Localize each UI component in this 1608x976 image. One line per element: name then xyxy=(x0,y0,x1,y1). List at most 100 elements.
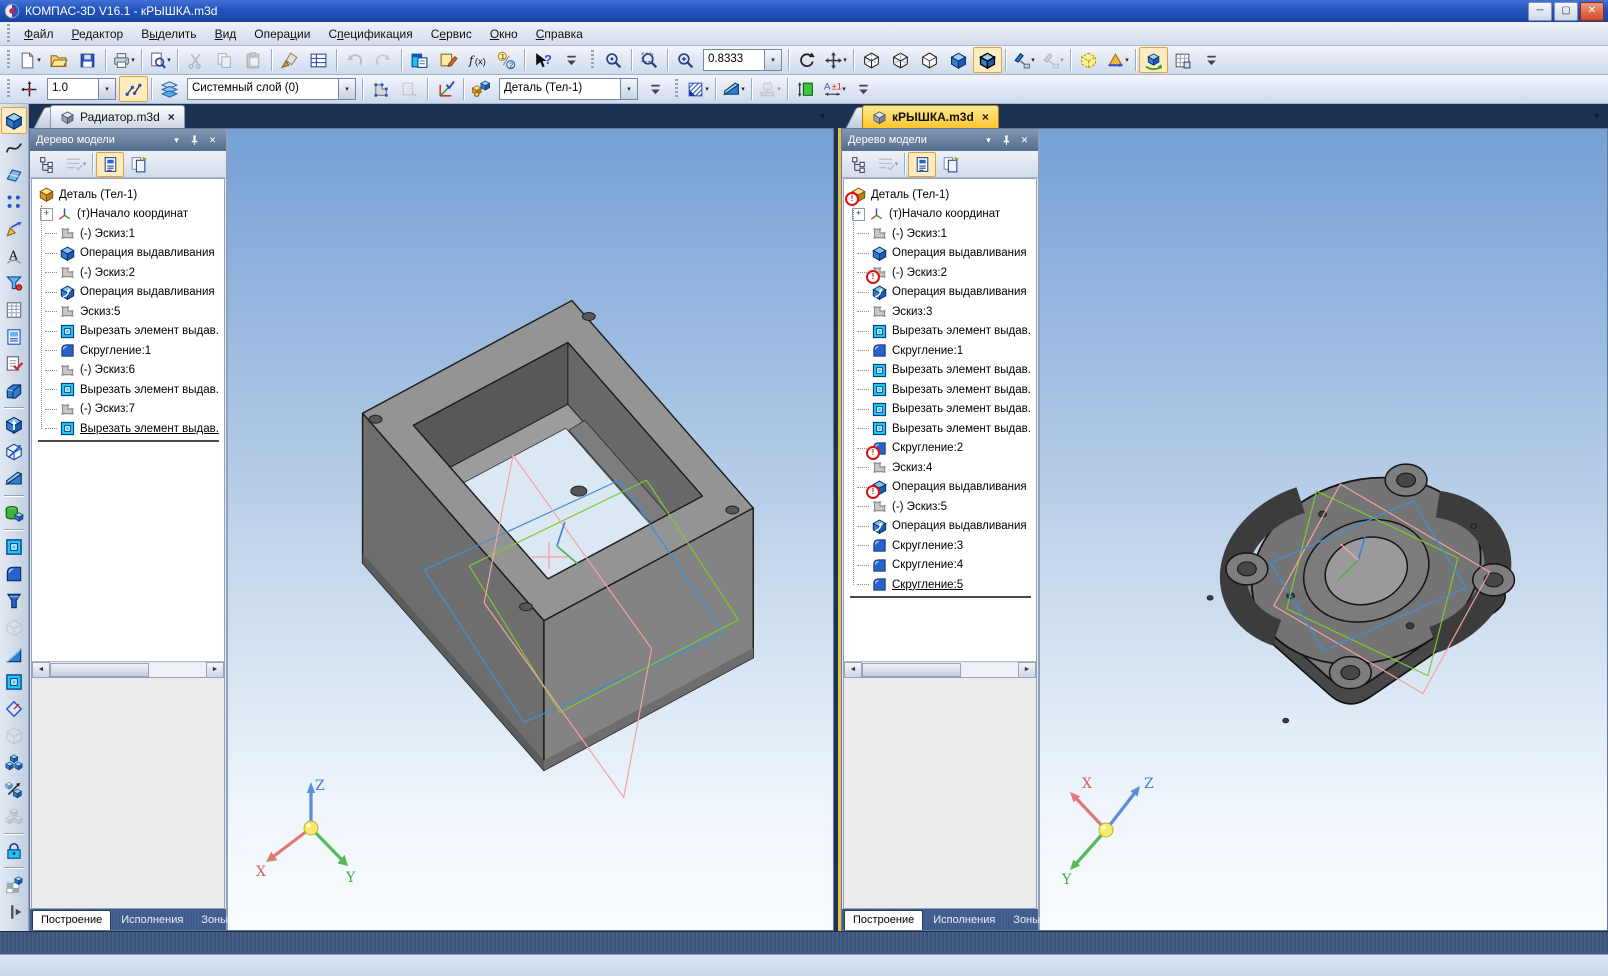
tree-item[interactable]: Эскиз:5 xyxy=(36,302,222,322)
macro-button[interactable] xyxy=(1,871,27,898)
bottom-tab-Исполнения[interactable]: Исполнения xyxy=(925,911,1003,930)
tree-item[interactable]: Вырезать элемент выдав. xyxy=(848,322,1034,342)
tree-item[interactable]: (-) Эскиз:6 xyxy=(36,361,222,381)
tree-horizontal-scrollbar[interactable]: ◄ ► xyxy=(32,661,224,678)
display-params-button[interactable] xyxy=(1168,47,1197,73)
zoom-combo-dropdown-icon[interactable]: ▾ xyxy=(764,50,781,70)
tree-item[interactable]: Вырезать элемент выдав. xyxy=(848,380,1034,400)
context-help-button[interactable]: ? xyxy=(528,47,557,73)
tree-item[interactable]: Эскиз:3 xyxy=(848,302,1034,322)
bottom-tab-Построение[interactable]: Построение xyxy=(844,910,924,930)
close-button[interactable]: ✕ xyxy=(1580,1,1604,21)
tree-item[interactable]: Операция выдавливания xyxy=(848,283,1034,303)
layer-combo-dropdown-icon[interactable]: ▾ xyxy=(338,79,355,99)
tree-item[interactable]: Вырезать элемент выдав. xyxy=(848,400,1034,420)
copy-pattern-button[interactable] xyxy=(1,803,27,830)
tree-filter-button[interactable]: ▾ xyxy=(873,152,901,177)
tree-item[interactable]: Вырезать элемент выдав. xyxy=(36,380,222,400)
menu-Выделить[interactable]: Выделить xyxy=(132,24,205,44)
solid-modeling-button[interactable] xyxy=(1,107,27,134)
menu-Спецификация[interactable]: Спецификация xyxy=(319,24,421,44)
variables-window-button[interactable] xyxy=(405,47,434,73)
scale-combo[interactable]: 1.0 ▾ xyxy=(47,78,116,100)
move-view-button[interactable]: ▾ xyxy=(821,47,850,73)
reports-button[interactable] xyxy=(1,323,27,350)
hide-objects-button-dropdown-icon[interactable]: ▾ xyxy=(1031,56,1035,64)
rounding-button[interactable] xyxy=(119,76,148,102)
print-button-dropdown-icon[interactable]: ▾ xyxy=(131,56,135,64)
refresh-image-button[interactable] xyxy=(792,47,821,73)
draft-button[interactable] xyxy=(1,614,27,641)
tree-item[interactable]: (-) Эскиз:5 xyxy=(848,497,1034,517)
menu-Операции[interactable]: Операции xyxy=(245,24,319,44)
tree-item[interactable]: + (т)Начало координат xyxy=(36,205,222,225)
model-tree-header[interactable]: Дерево модели ▾ ✕ xyxy=(842,129,1038,151)
sheet-body-button[interactable] xyxy=(1,377,27,404)
hole-button[interactable] xyxy=(1,587,27,614)
document-tab[interactable]: кРЫШКА.m3d × xyxy=(862,105,999,128)
print-preview-button[interactable]: ▾ xyxy=(145,47,174,73)
body-selector-button[interactable] xyxy=(467,76,496,102)
revolve-button[interactable] xyxy=(1,438,27,465)
scroll-left-button[interactable]: ◄ xyxy=(32,661,50,678)
spatial-curves-button[interactable] xyxy=(1,134,27,161)
paste-button[interactable] xyxy=(239,47,268,73)
tree-collapse-icon[interactable]: ▾ xyxy=(169,133,184,147)
auxiliary-geometry-button[interactable] xyxy=(1,215,27,242)
display-style-button[interactable]: ▾ xyxy=(683,76,712,102)
tree-item[interactable]: Вырезать элемент выдав. xyxy=(36,322,222,342)
tree-item[interactable]: Вырезать элемент выдав. xyxy=(848,361,1034,381)
maximize-button[interactable]: ▢ xyxy=(1554,1,1578,21)
scale-combo-value[interactable]: 1.0 xyxy=(48,79,98,99)
model-tree-header[interactable]: Дерево модели ▾ ✕ xyxy=(30,129,226,151)
dimensions-button[interactable] xyxy=(791,76,820,102)
minimize-button[interactable]: ─ xyxy=(1528,1,1552,21)
tab-close-icon[interactable]: × xyxy=(982,110,989,124)
boolean-button[interactable] xyxy=(1,499,27,526)
renumber-button[interactable]: 12 xyxy=(492,47,521,73)
tree-item[interactable]: ! Операция выдавливания xyxy=(848,478,1034,499)
tree-structure-button[interactable] xyxy=(33,152,61,177)
new-document-button-dropdown-icon[interactable]: ▾ xyxy=(37,56,41,64)
menu-Файл[interactable]: Файл xyxy=(15,24,63,44)
part-combo-dropdown-icon[interactable]: ▾ xyxy=(620,79,637,99)
hide-all-button[interactable]: ▾ xyxy=(1038,47,1067,73)
scroll-right-button[interactable]: ► xyxy=(1018,661,1036,678)
scale-combo-dropdown-icon[interactable]: ▾ xyxy=(98,79,115,99)
tree-filter-button[interactable]: ▾ xyxy=(61,152,89,177)
cut-revolve-button[interactable] xyxy=(1,668,27,695)
specification-button[interactable] xyxy=(304,47,333,73)
tree-item[interactable]: Скругление:1 xyxy=(848,341,1034,361)
tree-collapse-icon[interactable]: ▾ xyxy=(981,133,996,147)
bottom-tab-Построение[interactable]: Построение xyxy=(32,910,112,930)
zoom-area-button[interactable] xyxy=(635,47,664,73)
variables-button[interactable] xyxy=(434,47,463,73)
redo-button[interactable] xyxy=(369,47,398,73)
shaded-edges-mode-button[interactable] xyxy=(973,47,1002,73)
tree-item[interactable]: ! (-) Эскиз:2 xyxy=(848,263,1034,285)
tree-item[interactable]: Вырезать элемент выдав. xyxy=(36,419,222,439)
hide-all-button-dropdown-icon[interactable]: ▾ xyxy=(1060,56,1064,64)
shaded-mode-button[interactable] xyxy=(944,47,973,73)
menu-Вид[interactable]: Вид xyxy=(206,24,246,44)
tree-item[interactable]: Скругление:1 xyxy=(36,341,222,361)
copy-button[interactable] xyxy=(210,47,239,73)
snap-settings-button[interactable] xyxy=(15,76,44,102)
tree-item[interactable]: (-) Эскиз:1 xyxy=(848,224,1034,244)
tree-item[interactable]: Скругление:3 xyxy=(848,536,1034,556)
tree-item[interactable]: Операция выдавливания xyxy=(36,283,222,303)
tab-list-button[interactable]: ▼ xyxy=(1592,111,1601,121)
tree-item[interactable]: Операция выдавливания xyxy=(848,517,1034,537)
tree-composition-button[interactable] xyxy=(908,151,936,177)
extrude-button[interactable] xyxy=(1,411,27,438)
viewport-3d[interactable]: X Z Y xyxy=(1040,129,1607,930)
scroll-track[interactable] xyxy=(862,662,1018,677)
rib-button[interactable] xyxy=(1,641,27,668)
zoom-combo-value[interactable]: 0.8333 xyxy=(704,50,764,70)
tab-list-button[interactable]: ▼ xyxy=(818,111,827,121)
quick-planes-button-dropdown-icon[interactable]: ▾ xyxy=(741,85,745,93)
auto-dimension-button[interactable]: A ±1 ▾ xyxy=(820,76,849,102)
tree-pin-icon[interactable] xyxy=(187,133,202,147)
part-combo-value[interactable]: Деталь (Тел-1) xyxy=(500,79,620,99)
tree-item[interactable]: Операция выдавливания xyxy=(36,244,222,264)
